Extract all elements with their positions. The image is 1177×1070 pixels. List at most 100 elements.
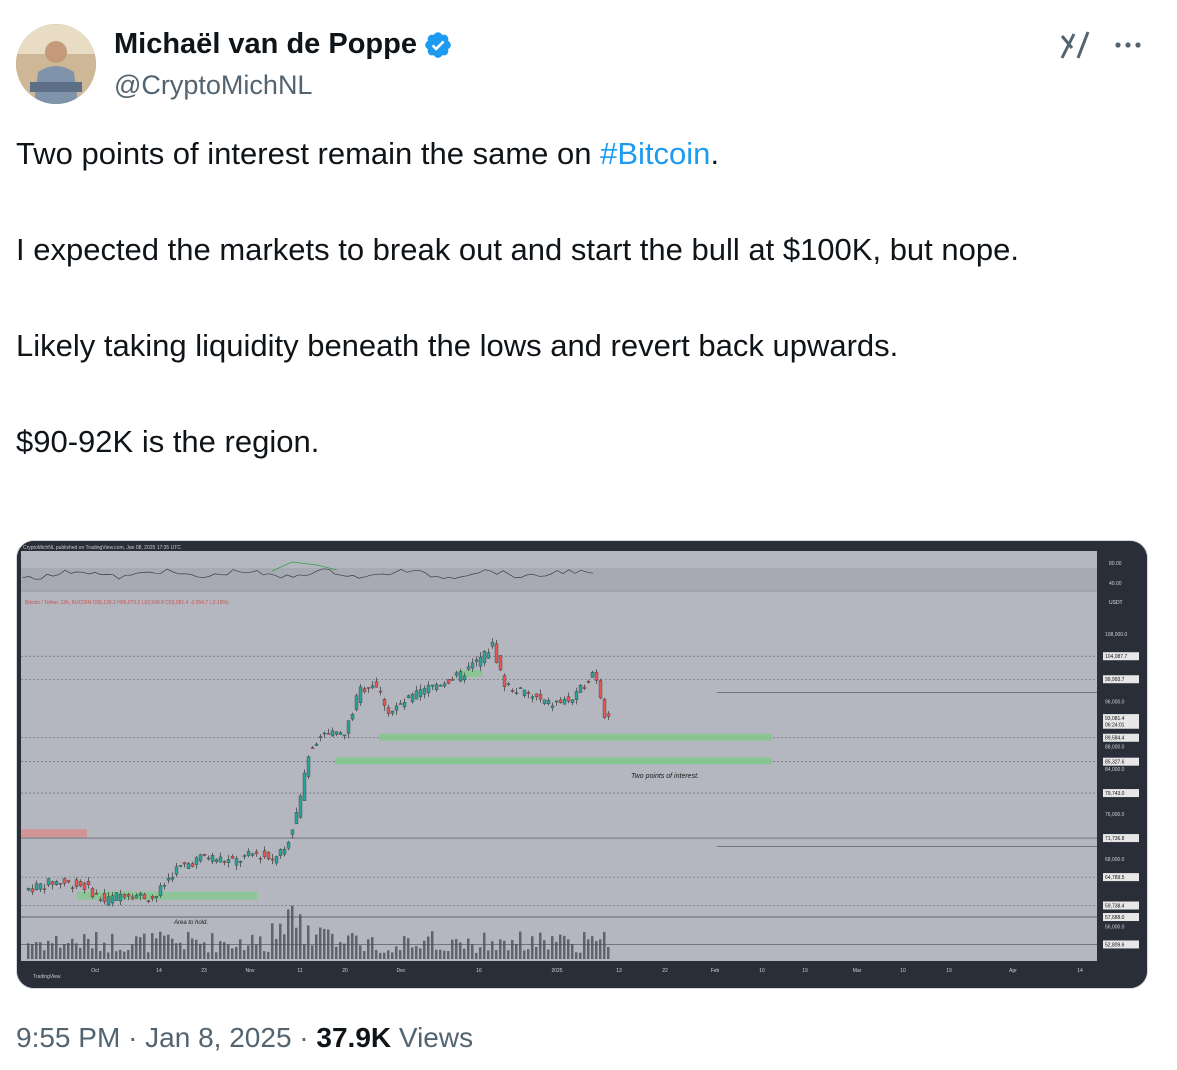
volume-bar <box>107 952 110 959</box>
candle-body <box>570 699 575 703</box>
volume-bar <box>339 942 342 959</box>
candle-body <box>414 690 419 700</box>
volume-bar <box>343 943 346 959</box>
volume-bar <box>99 951 102 959</box>
candle-body <box>590 671 595 678</box>
volume-bar <box>143 933 146 959</box>
volume-bar <box>403 936 406 959</box>
volume-bar <box>191 938 194 959</box>
author-handle[interactable]: @CryptoMichNL <box>114 70 312 101</box>
candle-body <box>402 702 407 708</box>
hashtag-link[interactable]: #Bitcoin <box>600 136 710 171</box>
candle-body <box>30 888 35 893</box>
candle-body <box>254 851 259 854</box>
tweet-media-chart[interactable]: CryptoMichNL published on TradingView.co… <box>16 540 1148 989</box>
candle-body <box>226 859 231 863</box>
volume-bar <box>199 943 202 959</box>
volume-bar <box>303 943 306 959</box>
candle-body <box>114 892 119 901</box>
candle-body <box>338 732 343 735</box>
candle-body <box>66 880 71 883</box>
volume-bar <box>131 944 134 959</box>
time-label: 13 <box>616 968 622 974</box>
volume-bar <box>307 925 310 959</box>
candle-body <box>94 893 99 895</box>
tweet-date[interactable]: Jan 8, 2025 <box>145 1022 291 1053</box>
volume-bar <box>567 939 570 959</box>
grok-icon[interactable] <box>1058 28 1092 62</box>
volume-bar <box>147 952 150 959</box>
candle-body <box>454 672 459 676</box>
volume-bar <box>363 951 366 959</box>
candle-body <box>354 695 359 710</box>
candle-body <box>142 894 147 900</box>
volume-bar <box>535 946 538 959</box>
candle-body <box>154 896 159 898</box>
candle-body <box>506 683 511 685</box>
candle-body <box>294 812 299 825</box>
price-label: 79,743.0 <box>1105 791 1125 797</box>
candle-body <box>430 684 435 687</box>
volume-bar <box>151 933 154 959</box>
candle-body <box>234 858 239 866</box>
tweet-text-segment: Two points of interest remain the same o… <box>16 136 601 171</box>
tweet-time[interactable]: 9:55 PM <box>16 1022 120 1053</box>
price-label: 64,789.5 <box>1105 875 1125 881</box>
candle-body <box>246 851 251 856</box>
candle-body <box>554 700 559 703</box>
volume-bar <box>27 943 30 959</box>
meta-separator: · <box>128 1022 138 1053</box>
author-avatar[interactable] <box>16 24 96 104</box>
candle-body <box>438 685 443 687</box>
volume-bar <box>167 934 170 959</box>
volume-bar <box>503 940 506 959</box>
time-label: Apr <box>1009 968 1017 974</box>
price-label: 52,809.6 <box>1105 942 1125 948</box>
volume-bar <box>387 950 390 959</box>
candle-body <box>462 675 467 681</box>
volume-bar <box>359 945 362 959</box>
volume-bar <box>491 941 494 959</box>
volume-bar <box>391 952 394 959</box>
candle-body <box>578 684 583 693</box>
volume-bar <box>55 935 58 959</box>
candle-body <box>602 698 607 718</box>
candle-body <box>442 683 447 687</box>
volume-bar <box>607 946 610 959</box>
volume-bar <box>375 950 378 959</box>
volume-bar <box>231 948 234 959</box>
candle-body <box>210 855 215 862</box>
candle-body <box>306 756 311 777</box>
volume-bar <box>103 942 106 959</box>
candle-body <box>450 679 455 681</box>
volume-bar <box>447 950 450 959</box>
verified-badge-icon[interactable] <box>423 30 453 60</box>
candle-body <box>318 736 323 738</box>
candle-body <box>298 795 303 818</box>
candle-body <box>514 692 519 694</box>
tradingview-chart: CryptoMichNL published on TradingView.co… <box>17 541 1147 988</box>
volume-bar <box>427 936 430 959</box>
candle-body <box>242 855 247 857</box>
candle-body <box>410 694 415 702</box>
volume-bar <box>283 934 286 959</box>
volume-bar <box>543 940 546 959</box>
volume-bar <box>235 946 238 959</box>
volume-bar <box>263 951 266 959</box>
more-options-icon[interactable] <box>1110 30 1146 60</box>
candle-body <box>398 703 403 705</box>
candle-body <box>86 881 91 885</box>
candle-body <box>134 895 139 899</box>
candle-body <box>390 710 395 714</box>
volume-bar <box>243 950 246 959</box>
volume-bar <box>67 943 70 959</box>
candle-body <box>178 865 183 867</box>
volume-bar <box>299 914 302 959</box>
author-display-name[interactable]: Michaël van de Poppe <box>114 28 417 61</box>
price-label: 06:24:01 <box>1105 723 1125 729</box>
volume-bar <box>183 949 186 959</box>
meta-separator: · <box>299 1022 309 1053</box>
candle-body <box>382 699 387 706</box>
price-label: 71,736.8 <box>1105 836 1125 842</box>
time-label: 2025 <box>551 968 562 974</box>
